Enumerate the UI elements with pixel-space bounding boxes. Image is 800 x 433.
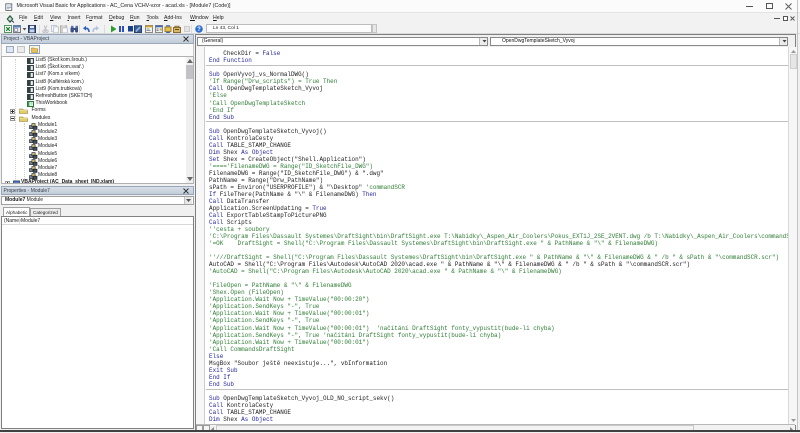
svg-text:?: ? [197, 27, 201, 33]
